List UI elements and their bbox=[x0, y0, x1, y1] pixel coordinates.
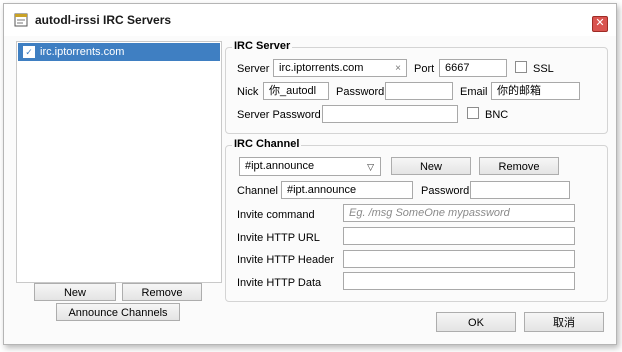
server-password-label: Server Password bbox=[237, 109, 321, 121]
title-bar: autodl-irssi IRC Servers ✕ bbox=[4, 4, 616, 36]
chevron-down-icon: ▽ bbox=[367, 162, 374, 172]
app-icon bbox=[14, 13, 28, 27]
cancel-button[interactable]: 取消 bbox=[524, 312, 604, 332]
invite-command-input[interactable]: Eg. /msg SomeOne mypassword bbox=[343, 204, 575, 222]
channel-password-label: Password bbox=[421, 185, 470, 197]
irc-channel-group-title: IRC Channel bbox=[232, 138, 302, 150]
channel-password-input[interactable] bbox=[470, 181, 570, 199]
nick-input[interactable]: 你_autodl bbox=[263, 82, 329, 100]
email-input[interactable]: 你的邮箱 bbox=[491, 82, 580, 100]
invite-command-label: Invite command bbox=[237, 209, 315, 221]
invite-http-header-input[interactable] bbox=[343, 250, 575, 268]
server-password-input[interactable] bbox=[322, 105, 458, 123]
port-input[interactable]: 6667 bbox=[439, 59, 507, 77]
bnc-label: BNC bbox=[485, 109, 509, 121]
clear-icon[interactable]: × bbox=[395, 62, 401, 75]
invite-http-data-label: Invite HTTP Data bbox=[237, 277, 322, 289]
new-channel-button[interactable]: New bbox=[391, 157, 471, 175]
port-label: Port bbox=[414, 63, 435, 75]
close-icon: ✕ bbox=[595, 17, 605, 29]
irc-server-group-title: IRC Server bbox=[232, 40, 293, 52]
ok-button[interactable]: OK bbox=[436, 312, 516, 332]
channel-select[interactable]: #ipt.announce ▽ bbox=[239, 157, 381, 176]
ssl-checkbox[interactable] bbox=[515, 61, 527, 73]
close-button[interactable]: ✕ bbox=[592, 16, 608, 32]
server-list-item-label: irc.iptorrents.com bbox=[40, 46, 125, 58]
password-label: Password bbox=[336, 86, 385, 98]
window-title: autodl-irssi IRC Servers bbox=[35, 13, 172, 27]
channel-select-value: #ipt.announce bbox=[245, 160, 315, 172]
checkbox-checked-icon[interactable]: ✓ bbox=[23, 46, 35, 58]
new-server-button[interactable]: New bbox=[34, 283, 116, 301]
invite-http-url-input[interactable] bbox=[343, 227, 575, 245]
irc-servers-dialog: autodl-irssi IRC Servers ✕ ✓ irc.iptorre… bbox=[3, 3, 617, 345]
nick-label: Nick bbox=[237, 86, 259, 98]
bnc-checkbox[interactable] bbox=[467, 107, 479, 119]
server-list[interactable]: ✓ irc.iptorrents.com bbox=[16, 41, 222, 283]
channel-label: Channel bbox=[237, 185, 278, 197]
server-list-item[interactable]: ✓ irc.iptorrents.com bbox=[18, 43, 220, 61]
invite-http-header-label: Invite HTTP Header bbox=[237, 254, 335, 266]
email-label: Email bbox=[460, 86, 488, 98]
invite-http-url-label: Invite HTTP URL bbox=[237, 232, 320, 244]
server-label: Server bbox=[237, 63, 270, 75]
remove-channel-button[interactable]: Remove bbox=[479, 157, 559, 175]
channel-input[interactable]: #ipt.announce bbox=[281, 181, 413, 199]
remove-server-button[interactable]: Remove bbox=[122, 283, 202, 301]
invite-http-data-input[interactable] bbox=[343, 272, 575, 290]
password-input[interactable] bbox=[385, 82, 453, 100]
server-input[interactable]: irc.iptorrents.com × bbox=[273, 59, 407, 77]
announce-channels-button[interactable]: Announce Channels bbox=[56, 303, 180, 321]
server-input-value: irc.iptorrents.com bbox=[279, 62, 364, 74]
ssl-label: SSL bbox=[533, 63, 554, 75]
